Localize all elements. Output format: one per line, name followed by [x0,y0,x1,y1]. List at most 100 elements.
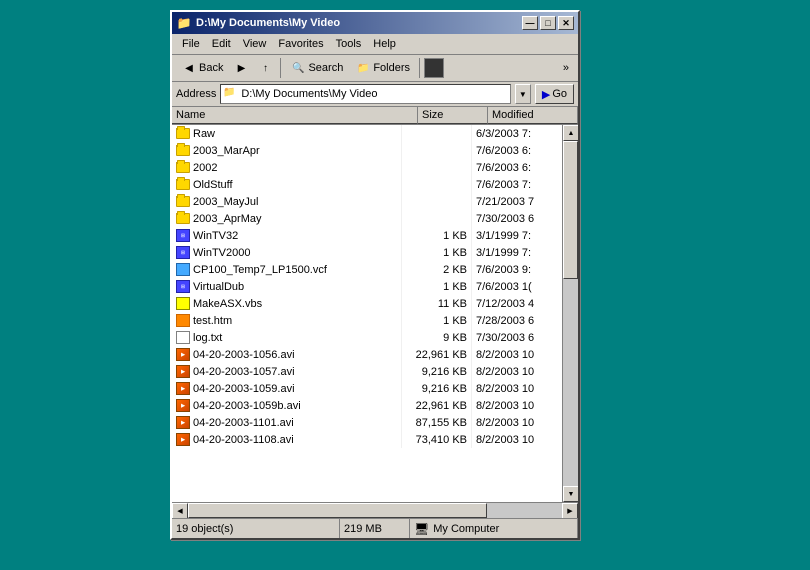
file-name: test.htm [193,315,232,327]
col-header-name[interactable]: Name [172,107,418,124]
file-modified-cell: 6/3/2003 7: [472,125,562,142]
status-computer: 🖥 My Computer [410,519,578,538]
file-modified: 8/2/2003 10 [476,366,534,378]
table-row[interactable]: MakeASX.vbs 11 KB 7/12/2003 4 [172,295,562,312]
file-icon-wrapper: ▶ [176,365,190,379]
table-row[interactable]: 2003_MayJul 7/21/2003 7 [172,193,562,210]
avi-icon: ▶ [176,416,190,429]
file-size: 1 KB [443,315,467,327]
file-size: 22,961 KB [416,400,467,412]
col-header-modified[interactable]: Modified [488,107,578,124]
file-name: 04-20-2003-1059b.avi [193,400,301,412]
hscroll-thumb[interactable] [188,503,487,518]
table-row[interactable]: 2003_MarApr 7/6/2003 6: [172,142,562,159]
file-size-cell [402,142,472,159]
file-modified: 3/1/1999 7: [476,230,531,242]
table-row[interactable]: ▶ 04-20-2003-1059b.avi 22,961 KB 8/2/200… [172,397,562,414]
status-computer-text: My Computer [433,523,499,535]
file-list: Raw 6/3/2003 7: 2003_MarApr 7/6/2003 6: … [172,125,562,502]
menu-edit[interactable]: Edit [206,36,237,52]
separator-2 [419,58,420,78]
minimize-button[interactable]: — [522,16,538,30]
folders-button[interactable]: 📁 Folders [350,57,415,79]
file-name-cell: 2003_AprMay [172,210,402,227]
folder-icon [176,128,190,139]
forward-button[interactable]: ▶ [230,57,252,79]
table-row[interactable]: ⊞ VirtualDub 1 KB 7/6/2003 1( [172,278,562,295]
window-icon: 📁 [176,15,192,31]
folder-icon [176,196,190,207]
file-name-cell: CP100_Temp7_LP1500.vcf [172,261,402,278]
address-dropdown[interactable]: ▼ [515,84,531,104]
address-input[interactable] [241,88,507,100]
folder-icon [176,162,190,173]
file-modified-cell: 7/30/2003 6 [472,329,562,346]
file-size: 1 KB [443,281,467,293]
file-name-cell: ▶ 04-20-2003-1059b.avi [172,397,402,414]
file-size-cell: 87,155 KB [402,414,472,431]
menu-favorites[interactable]: Favorites [272,36,329,52]
table-row[interactable]: log.txt 9 KB 7/30/2003 6 [172,329,562,346]
file-name-cell: ▶ 04-20-2003-1059.avi [172,380,402,397]
close-button[interactable]: ✕ [558,16,574,30]
maximize-button[interactable]: □ [540,16,556,30]
table-row[interactable]: ⊞ WinTV2000 1 KB 3/1/1999 7: [172,244,562,261]
file-icon-wrapper: ▶ [176,348,190,362]
media-button[interactable] [424,58,444,78]
file-icon-wrapper [176,297,190,311]
file-modified: 7/28/2003 6 [476,315,534,327]
vscroll-down-button[interactable]: ▼ [563,486,578,502]
avi-icon: ▶ [176,399,190,412]
up-button[interactable]: ↑ [254,57,276,79]
hscroll-right-button[interactable]: ▶ [562,503,578,519]
file-name-cell: ▶ 04-20-2003-1101.avi [172,414,402,431]
address-input-wrapper: 📁 [220,84,510,104]
table-row[interactable]: ⊞ WinTV32 1 KB 3/1/1999 7: [172,227,562,244]
separator-1 [280,58,281,78]
table-row[interactable]: ▶ 04-20-2003-1108.avi 73,410 KB 8/2/2003… [172,431,562,448]
vertical-scrollbar: ▲ ▼ [562,125,578,502]
file-modified: 7/6/2003 7: [476,179,531,191]
table-row[interactable]: ▶ 04-20-2003-1059.avi 9,216 KB 8/2/2003 … [172,380,562,397]
table-row[interactable]: 2003_AprMay 7/30/2003 6 [172,210,562,227]
table-row[interactable]: CP100_Temp7_LP1500.vcf 2 KB 7/6/2003 9: [172,261,562,278]
file-modified-cell: 7/6/2003 6: [472,159,562,176]
vscroll-up-button[interactable]: ▲ [563,125,578,141]
table-row[interactable]: test.htm 1 KB 7/28/2003 6 [172,312,562,329]
avi-icon: ▶ [176,348,190,361]
go-button[interactable]: ▶ Go [535,84,574,104]
file-size-cell [402,193,472,210]
file-icon-wrapper [176,263,190,277]
menu-file[interactable]: File [176,36,206,52]
table-row[interactable]: ▶ 04-20-2003-1057.avi 9,216 KB 8/2/2003 … [172,363,562,380]
menu-help[interactable]: Help [367,36,402,52]
menu-bar: File Edit View Favorites Tools Help [172,34,578,55]
vscroll-thumb[interactable] [563,141,578,279]
table-row[interactable]: OldStuff 7/6/2003 7: [172,176,562,193]
more-button[interactable]: » [558,57,574,79]
table-row[interactable]: 2002 7/6/2003 6: [172,159,562,176]
table-row[interactable]: ▶ 04-20-2003-1101.avi 87,155 KB 8/2/2003… [172,414,562,431]
address-label: Address [176,88,216,100]
menu-tools[interactable]: Tools [330,36,368,52]
go-label: Go [552,88,567,100]
file-icon-wrapper: ▶ [176,433,190,447]
file-icon-wrapper: ⊞ [176,280,190,294]
vcf-icon [176,263,190,276]
status-objects: 19 object(s) [172,519,340,538]
col-header-size[interactable]: Size [418,107,488,124]
table-row[interactable]: ▶ 04-20-2003-1056.avi 22,961 KB 8/2/2003… [172,346,562,363]
file-modified-cell: 8/2/2003 10 [472,380,562,397]
menu-view[interactable]: View [237,36,273,52]
file-icon-wrapper [176,195,190,209]
hscroll-left-button[interactable]: ◀ [172,503,188,519]
back-button[interactable]: ◀ Back [176,57,228,79]
title-bar-left: 📁 D:\My Documents\My Video [176,15,340,31]
file-name: 2003_MarApr [193,145,260,157]
table-row[interactable]: Raw 6/3/2003 7: [172,125,562,142]
folder-icon [176,213,190,224]
file-modified: 8/2/2003 10 [476,349,534,361]
file-size: 22,961 KB [416,349,467,361]
search-button[interactable]: 🔍 Search [285,57,348,79]
file-modified: 3/1/1999 7: [476,247,531,259]
